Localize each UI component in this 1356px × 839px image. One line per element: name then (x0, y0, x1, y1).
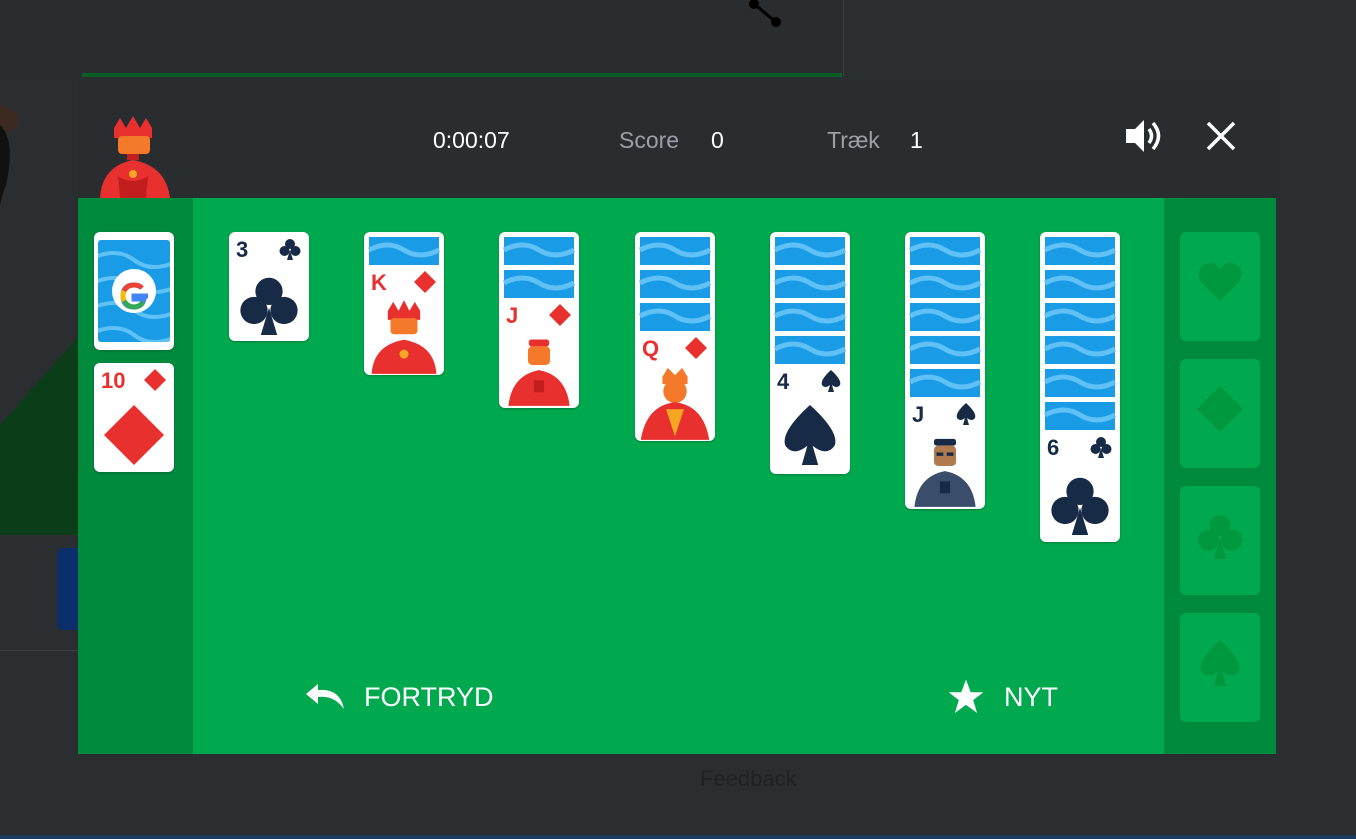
club-icon (1090, 437, 1112, 458)
card-rank: 6 (1047, 435, 1060, 460)
card-back (908, 237, 982, 265)
club-icon (1198, 515, 1242, 559)
jack-figure-icon (508, 339, 570, 406)
card-back (1043, 369, 1117, 397)
tableau-card[interactable]: 4 (770, 232, 850, 474)
diamond-icon (549, 304, 571, 326)
card-back (908, 369, 982, 397)
diamond-icon (104, 405, 164, 465)
game-header: 0:00:07 Score 0 Træk 1 (78, 80, 1276, 198)
club-icon (1051, 477, 1109, 535)
tableau-card[interactable]: K (364, 232, 444, 375)
card-back (638, 270, 712, 298)
feedback-link[interactable]: Feedback (700, 766, 797, 792)
solitaire-game: 0:00:07 Score 0 Træk 1 10 3 K J Q 4 J 6 … (78, 80, 1276, 754)
tableau-card[interactable]: J (499, 232, 579, 408)
bottom-bar (0, 835, 1356, 839)
king-figure-icon (371, 300, 437, 374)
waste-card[interactable]: 10 (94, 363, 174, 472)
spade-icon (821, 370, 841, 392)
score-value: 0 (711, 127, 724, 153)
undo-icon (306, 684, 344, 709)
card-rank: J (912, 402, 925, 427)
tableau-card[interactable]: 6 (1040, 232, 1120, 542)
card-rank: 3 (236, 237, 249, 262)
diamond-icon (1197, 386, 1243, 432)
new-game-label: NYT (1004, 681, 1058, 712)
card-back (1043, 303, 1117, 331)
card-back (638, 237, 712, 265)
jack-figure-icon (914, 438, 976, 507)
game-table: 10 3 K J Q 4 J 6 FORTRYD NYT (78, 198, 1276, 754)
card-rank: K (371, 270, 387, 295)
spade-icon (956, 403, 976, 425)
card-back (908, 303, 982, 331)
card-rank: 10 (101, 368, 126, 393)
foundation-heart[interactable] (1180, 232, 1260, 341)
card-rank: 4 (777, 369, 790, 394)
card-back (908, 336, 982, 364)
club-icon (240, 277, 298, 335)
heart-icon (1198, 262, 1242, 301)
close-icon[interactable] (1203, 118, 1239, 154)
card-rank: Q (642, 336, 660, 361)
background-line (0, 650, 80, 651)
foundation-club[interactable] (1180, 486, 1260, 595)
diamond-icon (144, 369, 166, 391)
background-panel (0, 0, 844, 76)
star-icon (948, 679, 984, 713)
card-back (773, 303, 847, 331)
google-logo-icon (120, 282, 148, 310)
card-back (502, 270, 576, 298)
card-back (1043, 237, 1117, 265)
background-divider (82, 73, 842, 77)
tableau-card[interactable]: 3 (229, 232, 309, 341)
diamond-icon (685, 337, 707, 359)
card-rank: J (506, 303, 519, 328)
spade-icon (784, 405, 836, 465)
stock-pile[interactable] (94, 232, 174, 350)
card-back (908, 270, 982, 298)
card-back (773, 336, 847, 364)
foundation-spade[interactable] (1180, 613, 1260, 722)
timer: 0:00:07 (433, 127, 510, 153)
card-back (367, 237, 441, 265)
spade-icon (1200, 640, 1240, 686)
card-back (773, 270, 847, 298)
undo-label: FORTRYD (364, 681, 494, 712)
sound-icon[interactable] (1124, 116, 1168, 156)
background-illustration (0, 105, 80, 535)
card-back (502, 237, 576, 265)
moves-value: 1 (910, 127, 923, 153)
tableau-card[interactable]: J (905, 232, 985, 509)
card-back (1043, 336, 1117, 364)
undo-button[interactable]: FORTRYD (304, 672, 494, 722)
moves-label: Træk (827, 127, 880, 153)
foundation-diamond[interactable] (1180, 359, 1260, 468)
card-back (1043, 270, 1117, 298)
diamond-icon (414, 271, 436, 293)
share-icon (749, 0, 781, 27)
queen-figure-icon (640, 367, 710, 440)
card-back (1043, 402, 1117, 430)
new-game-button[interactable]: NYT (946, 672, 1058, 722)
king-logo-icon (100, 116, 170, 198)
tableau-card[interactable]: Q (635, 232, 715, 441)
club-icon (279, 239, 301, 260)
card-back (773, 237, 847, 265)
score-label: Score (619, 127, 680, 153)
card-back (638, 303, 712, 331)
